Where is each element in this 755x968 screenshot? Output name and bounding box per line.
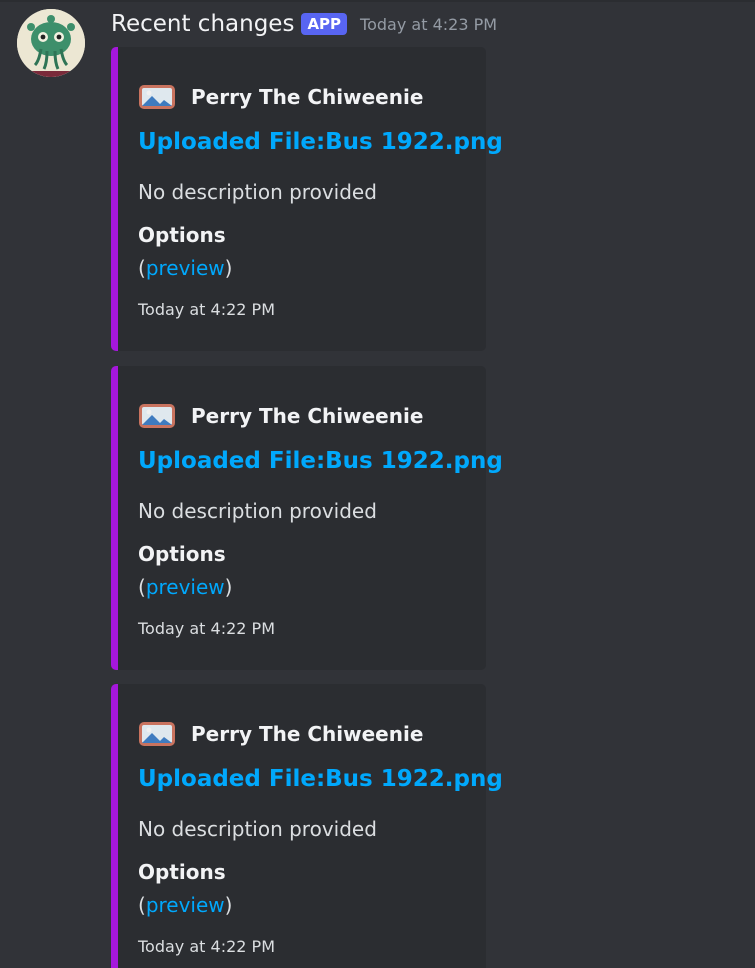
username[interactable]: Recent changes [111, 11, 294, 37]
paren-open: ( [138, 575, 146, 599]
embed-author: Perry The Chiweenie [138, 84, 423, 110]
embed-title-link[interactable]: Uploaded File:Bus 1922.png [138, 766, 503, 792]
embed-author-name[interactable]: Perry The Chiweenie [191, 85, 423, 109]
message-header: Recent changes APP Today at 4:23 PM [111, 9, 497, 39]
embed-field-name: Options [138, 223, 226, 247]
embed-author: Perry The Chiweenie [138, 721, 423, 747]
image-file-icon [138, 84, 176, 110]
embed-author-name[interactable]: Perry The Chiweenie [191, 722, 423, 746]
embed-author: Perry The Chiweenie [138, 403, 423, 429]
embed-description: No description provided [138, 499, 377, 523]
paren-open: ( [138, 893, 146, 917]
embed-footer-timestamp: Today at 4:22 PM [138, 937, 275, 956]
paren-close: ) [224, 893, 233, 917]
embed-card: Perry The Chiweenie Uploaded File:Bus 19… [111, 47, 503, 351]
app-badge: APP [301, 13, 348, 35]
embed-footer-timestamp: Today at 4:22 PM [138, 300, 275, 319]
embed-field-name: Options [138, 542, 226, 566]
embed-description: No description provided [138, 180, 377, 204]
embed-field-value: (preview) [138, 575, 232, 599]
embed-title-link[interactable]: Uploaded File:Bus 1922.png [138, 129, 503, 155]
image-file-icon [138, 403, 176, 429]
embed-footer-timestamp: Today at 4:22 PM [138, 619, 275, 638]
embed-description: No description provided [138, 817, 377, 841]
embed-title-link[interactable]: Uploaded File:Bus 1922.png [138, 448, 503, 474]
embed-card: Perry The Chiweenie Uploaded File:Bus 19… [111, 366, 503, 670]
message-timestamp[interactable]: Today at 4:23 PM [360, 15, 497, 34]
embed-author-name[interactable]: Perry The Chiweenie [191, 404, 423, 428]
image-file-icon [138, 721, 176, 747]
embed-field-value: (preview) [138, 893, 232, 917]
cthulhu-avatar-icon [17, 9, 85, 77]
avatar[interactable] [17, 9, 85, 77]
embed-field-name: Options [138, 860, 226, 884]
divider [0, 0, 755, 2]
paren-close: ) [224, 575, 233, 599]
embed-field-value: (preview) [138, 256, 232, 280]
embed-card: Perry The Chiweenie Uploaded File:Bus 19… [111, 684, 503, 968]
paren-open: ( [138, 256, 146, 280]
chat-message: Recent changes APP Today at 4:23 PM Perr… [0, 0, 755, 968]
paren-close: ) [224, 256, 233, 280]
preview-link[interactable]: preview [146, 575, 225, 599]
preview-link[interactable]: preview [146, 256, 225, 280]
preview-link[interactable]: preview [146, 893, 225, 917]
